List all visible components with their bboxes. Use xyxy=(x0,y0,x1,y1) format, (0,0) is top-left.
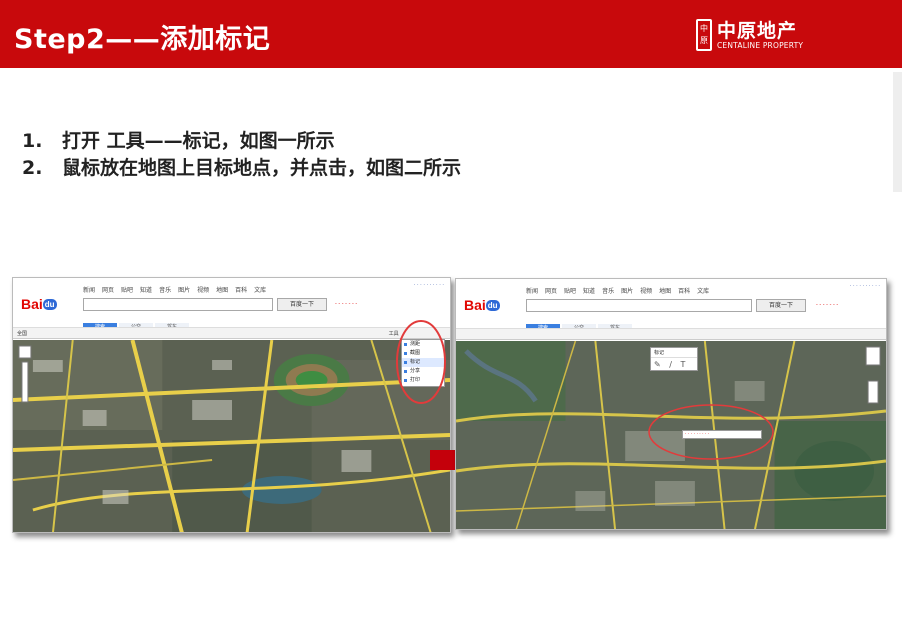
logo-english-text: CENTALINE PROPERTY xyxy=(717,41,804,50)
nav-link[interactable]: 图片 xyxy=(621,288,633,295)
nav-link[interactable]: 音乐 xyxy=(159,287,171,294)
nav-link[interactable]: 新闻 xyxy=(83,287,95,294)
search-input[interactable] xyxy=(83,298,273,311)
nav-link[interactable]: 地图 xyxy=(659,288,671,295)
nav-link[interactable]: 知道 xyxy=(140,287,152,294)
header-bar: Step2——添加标记 中原 中原地产 CENTALINE PROPERTY xyxy=(0,0,902,68)
top-right-links: · · · · · · · · · · xyxy=(413,282,444,288)
nav-link[interactable]: 音乐 xyxy=(602,288,614,295)
map-toolbar: 全国 工具 xyxy=(13,327,450,339)
red-promo-link[interactable]: - - - - - - - xyxy=(335,301,357,307)
baidu-nav-links: 新闻 网页 贴吧 知道 音乐 图片 视频 地图 百科 文库 xyxy=(526,286,716,295)
screenshot-figure-1: · · · · · · · · · · 新闻 网页 贴吧 知道 音乐 图片 视频 地图 百科 文库… xyxy=(12,277,451,533)
baidu-map-logo: Baidu地图 xyxy=(21,296,57,373)
search-button[interactable]: 百度一下 xyxy=(756,299,806,312)
search-input[interactable] xyxy=(526,299,752,312)
nav-link[interactable]: 贴吧 xyxy=(121,287,133,294)
nav-link[interactable]: 视频 xyxy=(640,288,652,295)
search-mode-tabs: 搜索公交驾车 xyxy=(526,314,634,333)
instruction-list: 1. 打开 工具——标记，如图一所示 2. 鼠标放在地图上目标地点，并点击，如图二所… xyxy=(22,128,461,182)
search-mode-tabs: 搜索公交驾车 xyxy=(83,313,191,332)
centaline-logo: 中原 中原地产 CENTALINE PROPERTY xyxy=(694,17,894,55)
nav-link[interactable]: 网页 xyxy=(102,287,114,294)
nav-link[interactable]: 贴吧 xyxy=(564,288,576,295)
nav-link[interactable]: 地图 xyxy=(216,287,228,294)
top-right-links: · · · · · · · · · · xyxy=(849,283,880,289)
screenshot-figure-2: · · · · · · · · · · 新闻 网页 贴吧 知道 音乐 图片 视频 地图 百科 文库… xyxy=(455,278,887,530)
mark-tool-popup: 标记 ✎ ∕ T xyxy=(650,347,698,371)
step-text: 鼠标放在地图上目标地点，并点击，如图二所示 xyxy=(62,157,462,179)
annotation-circle-1 xyxy=(396,320,446,404)
nav-link[interactable]: 新闻 xyxy=(526,288,538,295)
popup-title: 标记 xyxy=(651,348,697,358)
baidu-map-logo: Baidu地图 xyxy=(464,297,500,374)
nav-link[interactable]: 文库 xyxy=(697,288,709,295)
centaline-logo-icon: 中原 xyxy=(696,19,712,51)
city-selector[interactable]: 全国 xyxy=(17,330,27,337)
nav-link[interactable]: 视频 xyxy=(197,287,209,294)
baidu-nav-links: 新闻 网页 贴吧 知道 音乐 图片 视频 地图 百科 文库 xyxy=(83,285,273,294)
nav-link[interactable]: 百科 xyxy=(235,287,247,294)
step-number: 2. xyxy=(22,157,43,179)
satellite-map[interactable] xyxy=(13,340,450,533)
nav-link[interactable]: 百科 xyxy=(678,288,690,295)
step-text: 打开 工具——标记，如图一所示 xyxy=(62,130,335,152)
nav-link[interactable]: 知道 xyxy=(583,288,595,295)
nav-link[interactable]: 网页 xyxy=(545,288,557,295)
page-title: Step2——添加标记 xyxy=(14,24,271,55)
logo-chinese-text: 中原地产 xyxy=(717,20,798,42)
step-item: 1. 打开 工具——标记，如图一所示 xyxy=(22,128,461,155)
annotation-circle-2 xyxy=(648,404,774,460)
mark-tool-icons[interactable]: ✎ ∕ T xyxy=(651,358,697,371)
nav-link[interactable]: 文库 xyxy=(254,287,266,294)
nav-link[interactable]: 图片 xyxy=(178,287,190,294)
map-toolbar xyxy=(456,328,886,340)
search-button[interactable]: 百度一下 xyxy=(277,298,327,311)
side-strip xyxy=(893,72,902,192)
red-promo-link[interactable]: - - - - - - - xyxy=(816,302,838,308)
step-item: 2. 鼠标放在地图上目标地点，并点击，如图二所示 xyxy=(22,155,461,182)
step-number: 1. xyxy=(22,130,43,152)
